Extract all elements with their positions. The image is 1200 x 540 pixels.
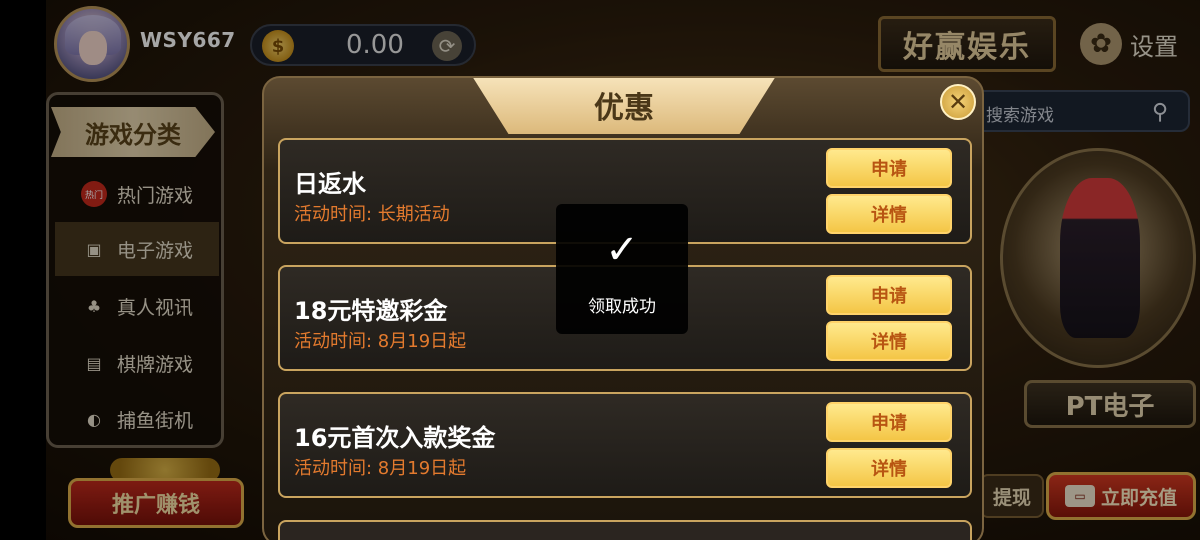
modal-title-tab: 优惠 xyxy=(472,78,776,134)
detail-button[interactable]: 详情 xyxy=(826,194,952,234)
offer-card-partial xyxy=(278,520,972,540)
close-icon[interactable]: ✕ xyxy=(940,84,976,120)
offer-title: 18元特邀彩金 xyxy=(294,297,448,325)
offer-time: 活动时间: 8月19日起 xyxy=(294,331,467,352)
apply-button[interactable]: 申请 xyxy=(826,148,952,188)
detail-button[interactable]: 详情 xyxy=(826,448,952,488)
offer-title: 16元首次入款奖金 xyxy=(294,424,496,452)
modal-title: 优惠 xyxy=(594,91,654,126)
offer-card: 16元首次入款奖金 活动时间: 8月19日起 申请 详情 xyxy=(278,392,972,498)
offer-time: 活动时间: 8月19日起 xyxy=(294,458,467,479)
apply-button[interactable]: 申请 xyxy=(826,275,952,315)
toast-message: 领取成功 xyxy=(588,297,656,317)
check-icon: ✓ xyxy=(605,227,639,273)
offer-time: 活动时间: 长期活动 xyxy=(294,204,450,225)
detail-button[interactable]: 详情 xyxy=(826,321,952,361)
offer-title: 日返水 xyxy=(294,170,366,198)
apply-button[interactable]: 申请 xyxy=(826,402,952,442)
success-toast: ✓ 领取成功 xyxy=(556,204,688,334)
